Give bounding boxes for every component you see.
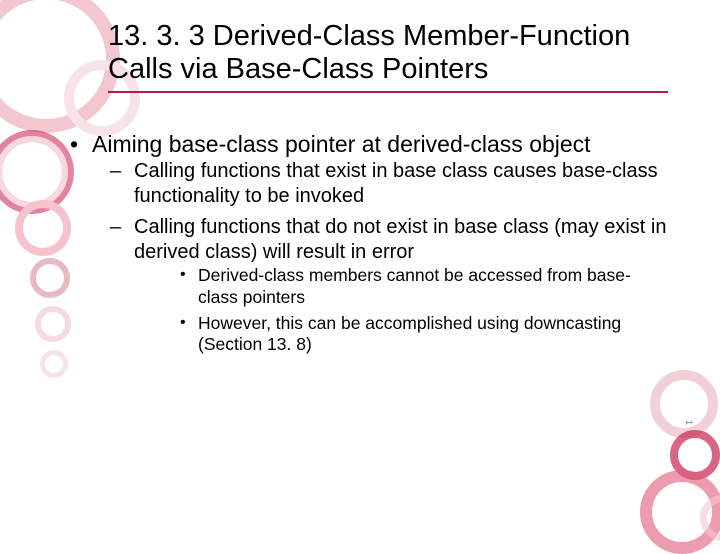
bullet-text: However, this can be accomplished using … — [198, 313, 621, 355]
slide-title: 13. 3. 3 Derived-Class Member-Function C… — [108, 20, 668, 93]
decor-ring — [40, 350, 68, 378]
bullet-text: Aiming base-class pointer at derived-cla… — [92, 131, 591, 157]
bullet-lvl2: Calling functions that exist in base cla… — [92, 159, 670, 209]
slide: 13. 3. 3 Derived-Class Member-Function C… — [0, 0, 720, 540]
decor-ring — [35, 306, 71, 342]
bullet-lvl3: Derived-class members cannot be accessed… — [134, 265, 670, 309]
bullet-lvl2: Calling functions that do not exist in b… — [92, 215, 670, 357]
decor-ring — [30, 258, 70, 298]
bullet-lvl1: Aiming base-class pointer at derived-cla… — [70, 130, 670, 356]
bullet-text: Calling functions that exist in base cla… — [134, 160, 658, 207]
bullet-text: Calling functions that do not exist in b… — [134, 216, 666, 263]
bullet-text: Derived-class members cannot be accessed… — [198, 265, 631, 307]
decor-ring — [15, 200, 71, 256]
slide-body: Aiming base-class pointer at derived-cla… — [70, 130, 670, 366]
bullet-lvl3: However, this can be accomplished using … — [134, 313, 670, 357]
page-number: 1 — [684, 420, 694, 425]
decor-ring — [650, 370, 718, 438]
